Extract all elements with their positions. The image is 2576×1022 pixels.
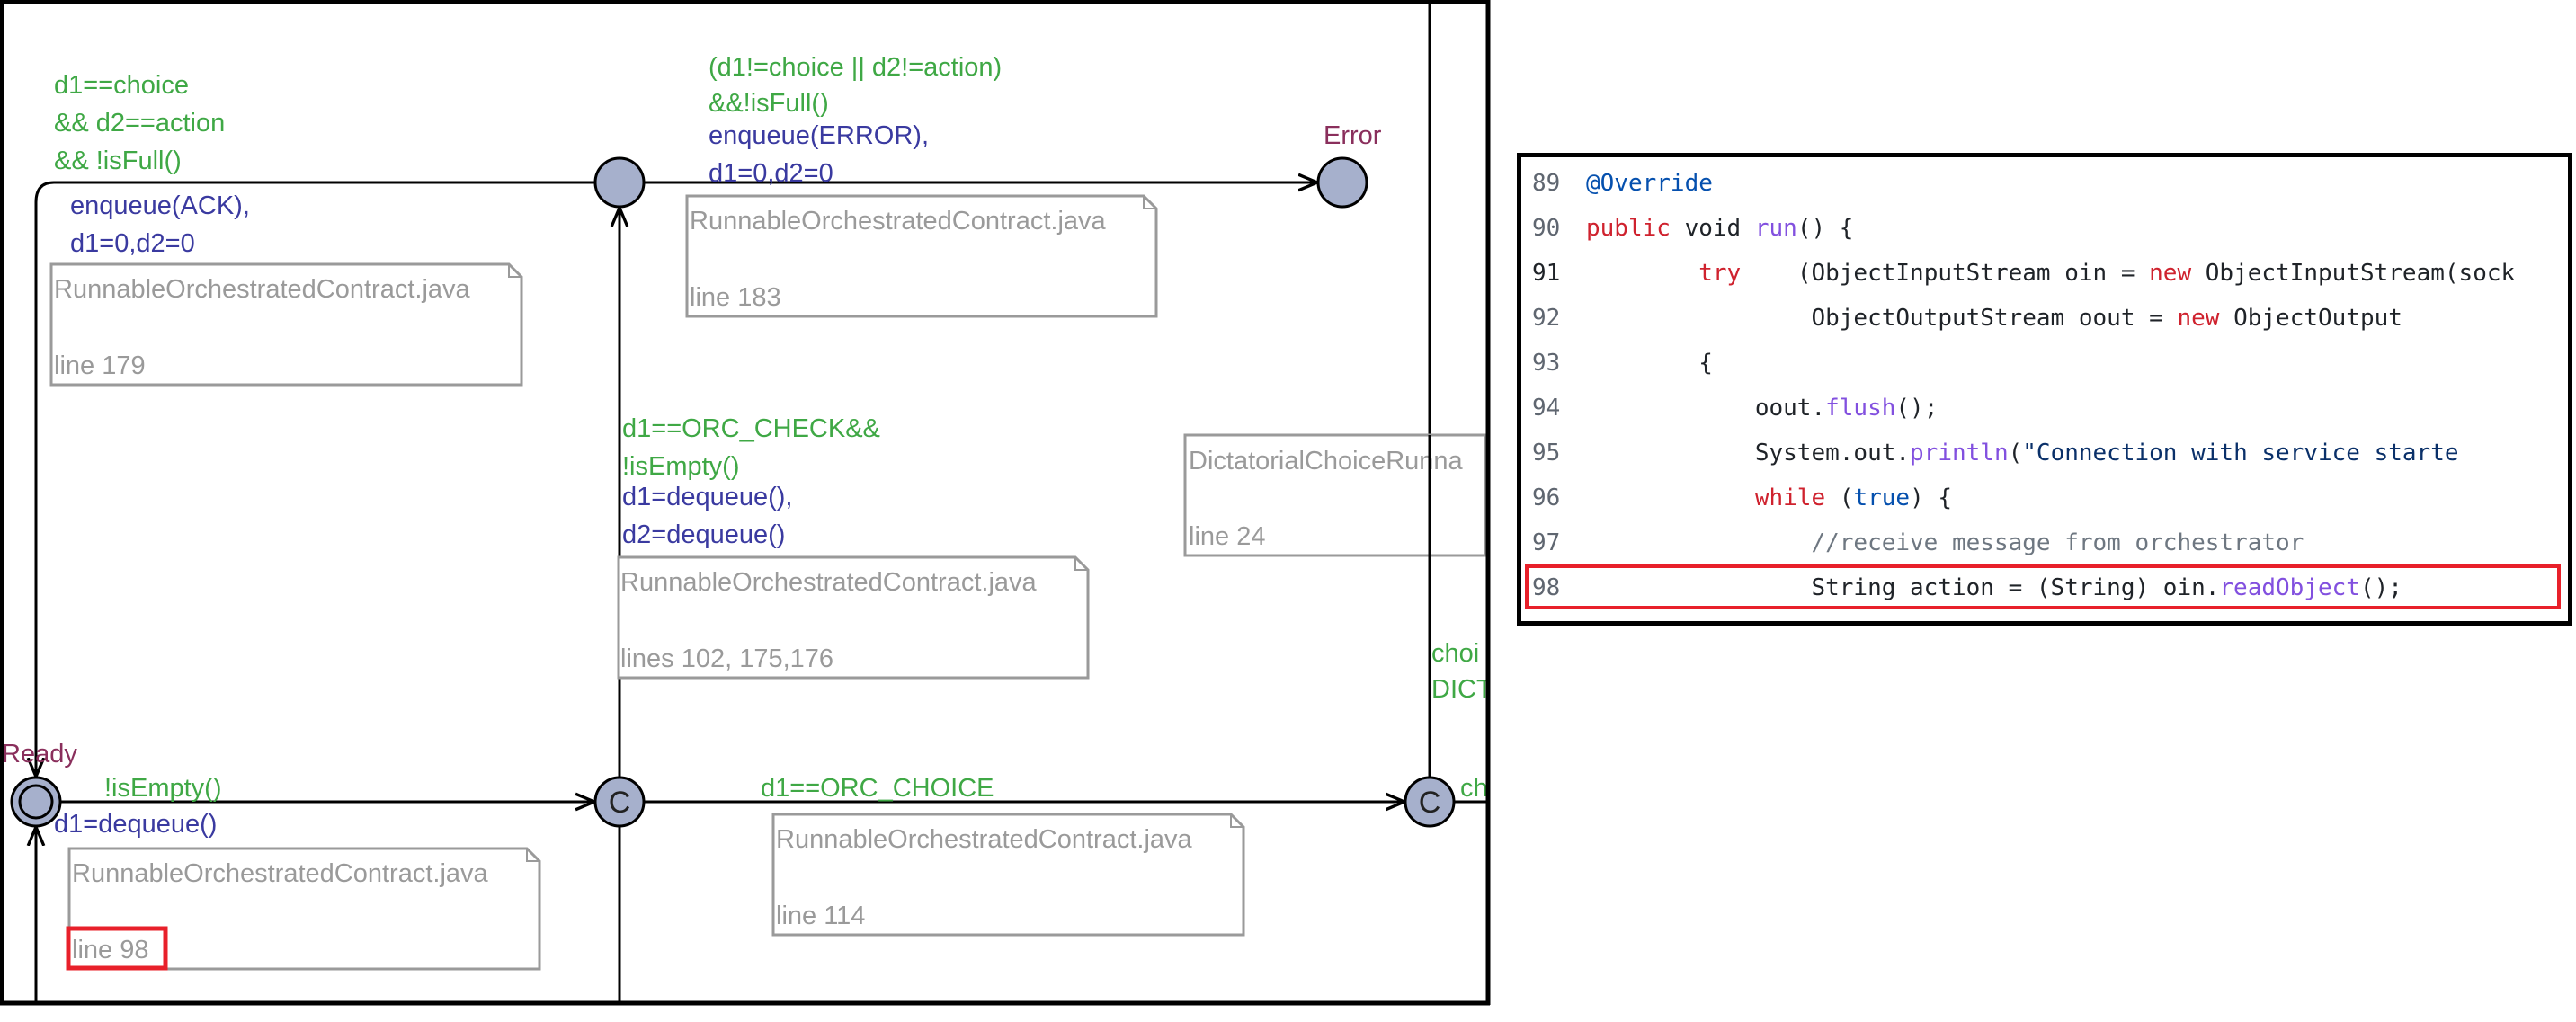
update-orc-check-line2: d2=dequeue() bbox=[622, 520, 785, 549]
guard-dictatorial-line1: choi bbox=[1431, 639, 1479, 668]
code-line: 97 //receive message from orchestrator bbox=[1521, 520, 2568, 565]
code-token: @Override bbox=[1586, 170, 1713, 197]
update-orc-check-line1: d1=dequeue(), bbox=[622, 483, 792, 511]
note-orc-check-file: RunnableOrchestratedContract.java bbox=[620, 568, 1038, 597]
note-orc-check-lines: lines 102, 175,176 bbox=[620, 644, 833, 673]
line-number: 89 bbox=[1532, 170, 1561, 197]
location-top-mid[interactable] bbox=[593, 156, 646, 209]
code-token: true bbox=[1853, 484, 1911, 511]
code-token: run bbox=[1754, 215, 1797, 242]
location-ready[interactable] bbox=[10, 776, 62, 828]
code-panel: 89 @Override 90 public void run() {91 try (… bbox=[1517, 153, 2572, 626]
code-line: 96 while (true) { bbox=[1521, 475, 2568, 520]
note-ready-out-file: RunnableOrchestratedContract.java bbox=[72, 859, 489, 888]
line-number: 95 bbox=[1532, 440, 1561, 467]
note-ack: RunnableOrchestratedContract.java line 1… bbox=[49, 262, 523, 387]
code-token: ObjectOutputStream oout = bbox=[1586, 305, 2178, 332]
code-token: try bbox=[1698, 260, 1742, 287]
location-error[interactable] bbox=[1316, 156, 1368, 209]
line-number: 91 bbox=[1532, 260, 1561, 287]
code-line: 94 oout.flush(); bbox=[1521, 386, 2568, 431]
line-number: 93 bbox=[1532, 350, 1561, 377]
note-dictatorial-lines: line 24 bbox=[1189, 522, 1265, 551]
update-ack-line1: enqueue(ACK), bbox=[70, 191, 250, 220]
code-token: System.out. bbox=[1586, 440, 1911, 467]
note-orc-choice-lines: line 114 bbox=[776, 902, 865, 930]
code-line: 89 @Override bbox=[1521, 161, 2568, 206]
code-token: println bbox=[1910, 440, 2009, 467]
code-token: oout. bbox=[1586, 395, 1826, 422]
line-number: 90 bbox=[1532, 215, 1561, 242]
note-ack-lines: line 179 bbox=[54, 351, 146, 380]
code-token: public bbox=[1586, 215, 1671, 242]
location-committed-right[interactable]: C bbox=[1404, 776, 1456, 828]
note-dictatorial: DictatorialChoiceRunna line 24 bbox=[1183, 433, 1487, 557]
note-error-file: RunnableOrchestratedContract.java bbox=[690, 207, 1107, 236]
code-token: ) { bbox=[1910, 484, 1953, 511]
guard-error-line1: (d1!=choice || d2!=action) bbox=[709, 53, 1002, 82]
code-token: new bbox=[2149, 260, 2192, 287]
guard-dictatorial-line2: DICT bbox=[1431, 675, 1493, 704]
update-ready-out: d1=dequeue() bbox=[54, 810, 217, 839]
guard-error-line2: &&!isFull() bbox=[709, 89, 829, 118]
line-number: 96 bbox=[1532, 484, 1561, 511]
note-dictatorial-file: DictatorialChoiceRunna bbox=[1189, 447, 1464, 475]
code-line: 93 { bbox=[1521, 341, 2568, 386]
code-token: //receive message from orchestrator bbox=[1811, 529, 2304, 556]
update-ack-line2: d1=0,d2=0 bbox=[70, 229, 195, 258]
code-token: while bbox=[1754, 484, 1826, 511]
code-token: new bbox=[2177, 305, 2220, 332]
line-number: 92 bbox=[1532, 305, 1561, 332]
code-token: void bbox=[1670, 215, 1755, 242]
guard-ready-out: !isEmpty() bbox=[104, 774, 222, 803]
guard-orc-choice: d1==ORC_CHOICE bbox=[761, 774, 994, 803]
frame-clip bbox=[1490, 0, 1517, 1022]
note-ack-file: RunnableOrchestratedContract.java bbox=[54, 275, 471, 304]
code-token: () { bbox=[1796, 215, 1854, 242]
guard-right-out: ch bbox=[1460, 774, 1488, 803]
note-orc-choice: RunnableOrchestratedContract.java line 1… bbox=[771, 813, 1245, 937]
line-number: 97 bbox=[1532, 529, 1561, 556]
guard-ack-line2: && d2==action bbox=[54, 109, 225, 138]
code-token: ObjectOutput bbox=[2219, 305, 2402, 332]
guard-ack-line1: d1==choice bbox=[54, 71, 189, 100]
committed-mark: C bbox=[609, 786, 631, 820]
update-error-line1: enqueue(ERROR), bbox=[709, 121, 929, 150]
code-token: ( bbox=[2008, 440, 2023, 467]
note-error: RunnableOrchestratedContract.java line 1… bbox=[685, 194, 1158, 318]
guard-ack-line3: && !isFull() bbox=[54, 147, 182, 175]
line-number: 94 bbox=[1532, 395, 1561, 422]
guard-orc-check-line2: !isEmpty() bbox=[622, 452, 740, 481]
note-error-lines: line 183 bbox=[690, 283, 781, 312]
location-committed-mid[interactable]: C bbox=[593, 776, 646, 828]
code-line: 92 ObjectOutputStream oout = new ObjectO… bbox=[1521, 296, 2568, 341]
note-ready-out-lines: line 98 bbox=[72, 936, 148, 964]
code-token: { bbox=[1586, 350, 1713, 377]
note-orc-choice-file: RunnableOrchestratedContract.java bbox=[776, 825, 1193, 854]
code-token: ( bbox=[1825, 484, 1854, 511]
code-token: flush bbox=[1825, 395, 1896, 422]
code-line: 95 System.out.println("Connection with s… bbox=[1521, 431, 2568, 475]
code-token: (ObjectInputStream oin = bbox=[1741, 260, 2150, 287]
update-error-line2: d1=0,d2=0 bbox=[709, 159, 833, 188]
code-token: ObjectInputStream(sock bbox=[2191, 260, 2516, 287]
code-token: "Connection with service starte bbox=[2022, 440, 2459, 467]
location-name-error: Error bbox=[1324, 121, 1382, 150]
note-orc-check: RunnableOrchestratedContract.java lines … bbox=[617, 555, 1090, 680]
note-ready-out: RunnableOrchestratedContract.java line 9… bbox=[67, 847, 541, 971]
committed-mark: C bbox=[1419, 786, 1441, 820]
guard-orc-check-line1: d1==ORC_CHECK&& bbox=[622, 414, 880, 443]
highlight-line-98-code bbox=[1525, 564, 2561, 609]
location-name-ready: Ready bbox=[2, 740, 77, 769]
code-line: 90 public void run() { bbox=[1521, 206, 2568, 251]
code-line: 91 try (ObjectInputStream oin = new Obje… bbox=[1521, 251, 2568, 296]
code-token: (); bbox=[1895, 395, 1939, 422]
